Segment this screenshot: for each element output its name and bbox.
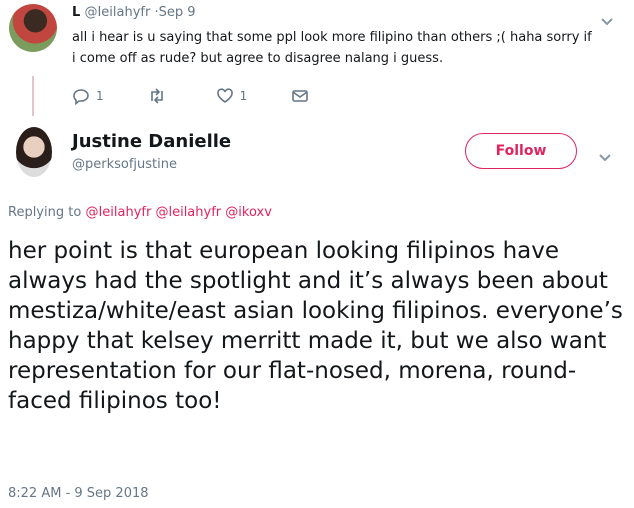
like-button[interactable]: 1	[216, 87, 248, 105]
thread-connector	[32, 76, 34, 116]
tweet-date[interactable]: Sep 9	[159, 5, 196, 20]
avatar[interactable]	[16, 127, 52, 177]
parent-tweet-text: all i hear is u saying that some ppl loo…	[72, 30, 592, 66]
like-icon	[216, 88, 233, 103]
tweet-timestamp[interactable]: 8:22 AM - 9 Sep 2018	[8, 486, 149, 501]
parent-tweet-header: L @Ieilahyfr ·Sep 9	[72, 5, 196, 20]
like-count: 1	[239, 89, 248, 103]
tweet-actions: 1 1	[72, 86, 353, 106]
author-name[interactable]: Justine Danielle	[72, 131, 231, 152]
reply-count: 1	[96, 89, 104, 103]
mention-link[interactable]: @leilahyfr	[155, 205, 221, 220]
retweet-icon	[150, 88, 163, 104]
reply-button[interactable]: 1	[72, 87, 104, 105]
tweet-text: her point is that european looking filip…	[8, 238, 623, 414]
mention-link[interactable]: @Ieilahyfr	[85, 205, 151, 220]
author-handle[interactable]: @perksofjustine	[72, 157, 177, 172]
replying-to: Replying to @Ieilahyfr @leilahyfr @ikoxv	[8, 205, 272, 220]
dm-button[interactable]	[291, 87, 309, 105]
follow-button[interactable]: Follow	[465, 133, 577, 169]
retweet-button[interactable]	[148, 87, 172, 105]
author-handle[interactable]: @Ieilahyfr	[84, 5, 150, 20]
dm-icon	[292, 90, 309, 102]
avatar[interactable]	[9, 4, 57, 52]
mention-link[interactable]: @ikoxv	[225, 205, 272, 220]
author-name[interactable]: L	[72, 5, 80, 20]
chevron-down-icon[interactable]	[600, 12, 614, 26]
reply-icon	[73, 89, 89, 105]
chevron-down-icon[interactable]	[598, 148, 612, 162]
replying-to-label: Replying to	[8, 205, 82, 220]
